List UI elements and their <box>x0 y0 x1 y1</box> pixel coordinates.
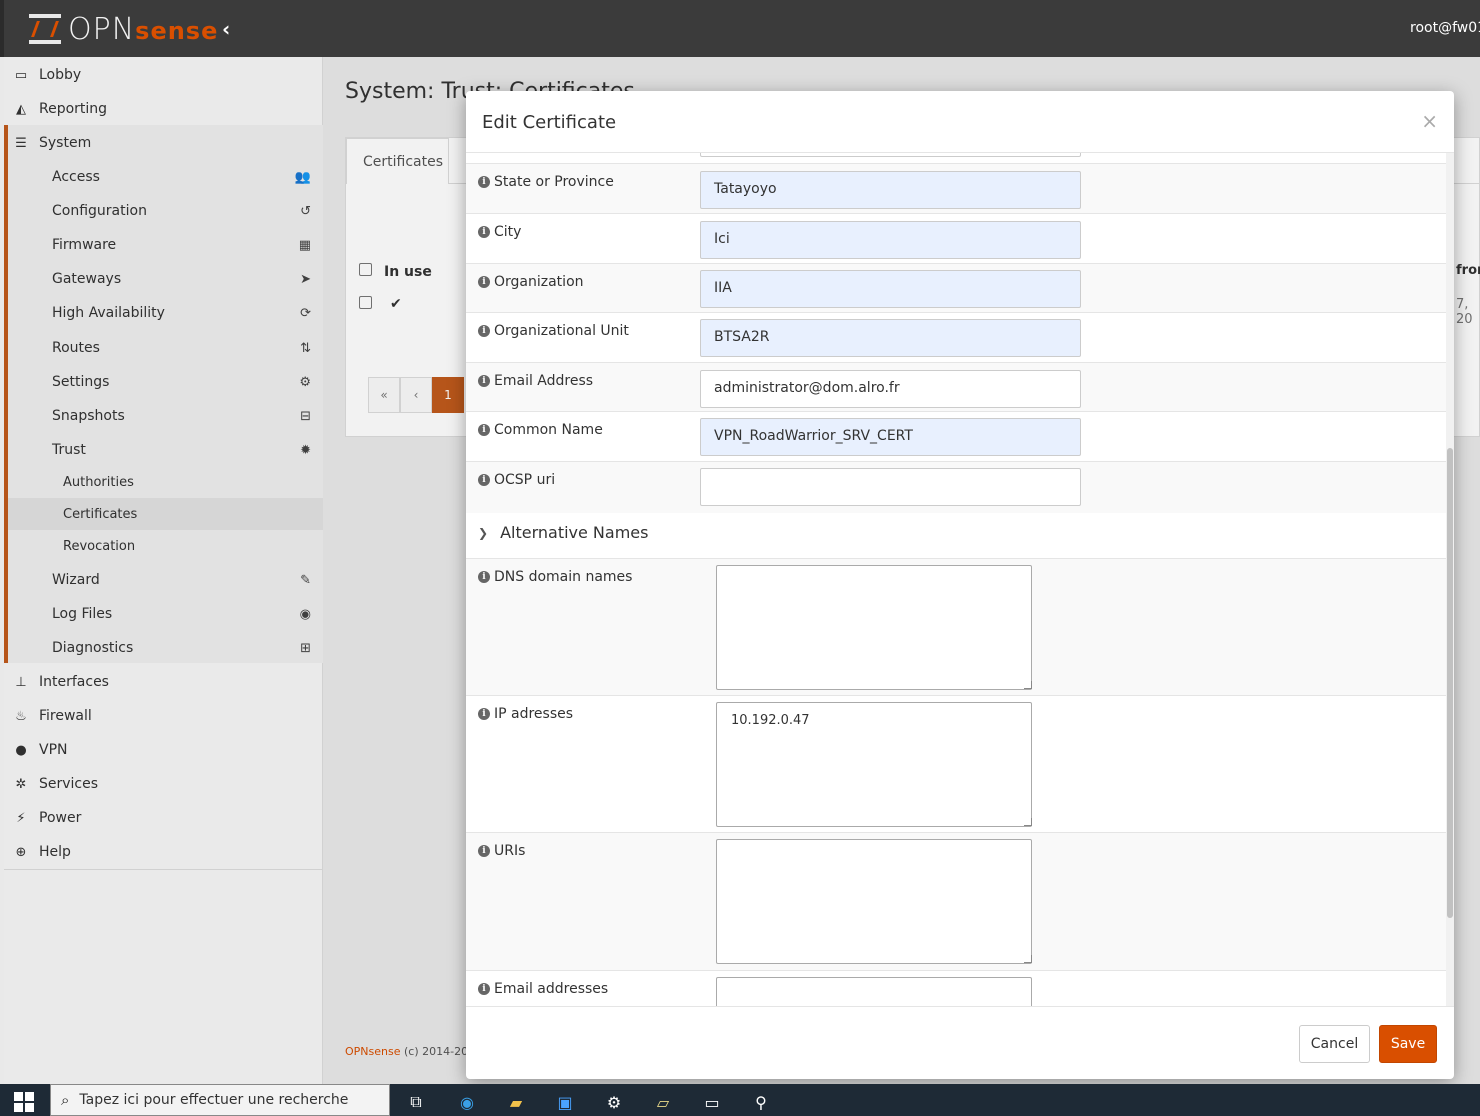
logo-text: OPNsense <box>68 11 219 47</box>
email-addresses-textarea[interactable] <box>716 977 1032 1006</box>
row-ip-addresses: i IP adresses 10.192.0.47 <box>466 695 1446 832</box>
dns-names-textarea[interactable] <box>716 565 1032 690</box>
modal-body: i State or Province Tatayoyo i City Ici iO… <box>466 153 1446 1006</box>
task-view-icon[interactable]: ⧉ <box>404 1090 428 1114</box>
settings-gear-icon[interactable]: ⚙ <box>602 1090 626 1114</box>
logo-mark-icon <box>26 12 64 46</box>
row-org-unit: i Organizational Unit BTSA2R <box>466 312 1446 362</box>
search-icon: ⌕ <box>61 1091 70 1109</box>
info-icon[interactable]: i <box>478 276 490 288</box>
row-dns-names: i DNS domain names <box>466 558 1446 695</box>
info-icon[interactable]: i <box>478 325 490 337</box>
row-email: i Email Address administrator@dom.alro.fr <box>466 362 1446 411</box>
cancel-button[interactable]: Cancel <box>1299 1025 1370 1063</box>
country-input[interactable] <box>700 153 1081 157</box>
modal-title: Edit Certificate <box>482 112 617 133</box>
ip-addresses-textarea[interactable]: 10.192.0.47 <box>716 702 1032 827</box>
row-organization: i Organization IIA <box>466 263 1446 312</box>
top-bar: OPNsense ‹ root@fw01. <box>0 0 1480 57</box>
windows-taskbar: ⌕ Tapez ici pour effectuer une recherche… <box>0 1084 1480 1116</box>
windows-start-icon[interactable] <box>14 1092 34 1112</box>
save-button[interactable]: Save <box>1379 1025 1437 1063</box>
notepad-icon[interactable]: ▱ <box>651 1090 675 1114</box>
row-email-addresses: i Email addresses <box>466 970 1446 1006</box>
info-icon[interactable]: i <box>478 375 490 387</box>
scrollbar-thumb[interactable] <box>1447 448 1453 918</box>
organization-input[interactable]: IIA <box>700 270 1081 308</box>
user-menu[interactable]: root@fw01. <box>1410 20 1480 36</box>
info-icon[interactable]: i <box>478 983 490 995</box>
info-icon[interactable]: i <box>478 845 490 857</box>
resize-handle-icon[interactable] <box>1024 955 1032 963</box>
opnsense-logo[interactable]: OPNsense <box>26 10 218 48</box>
org-unit-input[interactable]: BTSA2R <box>700 319 1081 357</box>
taskbar-search[interactable]: ⌕ Tapez ici pour effectuer une recherche <box>50 1084 390 1116</box>
edit-certificate-modal: Edit Certificate × i State or Province Ta… <box>466 91 1454 1079</box>
resize-handle-icon[interactable] <box>1024 681 1032 689</box>
row-ocsp: i OCSP uri <box>466 461 1446 513</box>
state-input[interactable]: Tatayoyo <box>700 171 1081 209</box>
file-explorer-icon[interactable]: ▰ <box>504 1090 528 1114</box>
info-icon[interactable]: i <box>478 474 490 486</box>
edge-browser-icon[interactable]: ◉ <box>455 1090 479 1114</box>
modal-scrollbar[interactable] <box>1446 153 1454 1006</box>
row-city: i City Ici <box>466 213 1446 263</box>
network-app-icon[interactable]: ⚲ <box>749 1090 773 1114</box>
info-icon[interactable]: i <box>478 424 490 436</box>
section-alternative-names[interactable]: ❯ Alternative Names <box>478 523 648 542</box>
info-icon[interactable]: i <box>478 708 490 720</box>
city-input[interactable]: Ici <box>700 221 1081 259</box>
ocsp-uri-input[interactable] <box>700 468 1081 506</box>
row-uris: i URIs <box>466 832 1446 970</box>
common-name-input[interactable]: VPN_RoadWarrior_SRV_CERT <box>700 418 1081 456</box>
info-icon[interactable]: i <box>478 571 490 583</box>
terminal-icon[interactable]: ▭ <box>700 1090 724 1114</box>
sidebar-collapse-icon[interactable]: ‹ <box>222 19 240 39</box>
store-icon[interactable]: ▣ <box>553 1090 577 1114</box>
row-common-name: i Common Name VPN_RoadWarrior_SRV_CERT <box>466 411 1446 461</box>
row-state: i State or Province Tatayoyo <box>466 163 1446 213</box>
modal-footer: Cancel Save <box>466 1006 1454 1079</box>
resize-handle-icon[interactable] <box>1024 818 1032 826</box>
modal-header: Edit Certificate × <box>466 91 1454 153</box>
chevron-down-icon: ❯ <box>478 525 489 540</box>
close-icon[interactable]: × <box>1421 109 1438 133</box>
info-icon[interactable]: i <box>478 176 490 188</box>
info-icon[interactable]: i <box>478 226 490 238</box>
email-input[interactable]: administrator@dom.alro.fr <box>700 370 1081 408</box>
uris-textarea[interactable] <box>716 839 1032 964</box>
